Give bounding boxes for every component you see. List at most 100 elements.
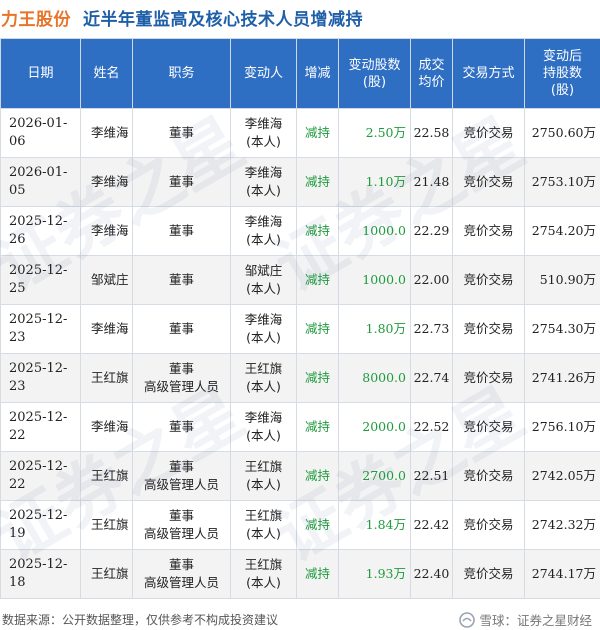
cell-role: 董事 高级管理人员 <box>132 451 231 501</box>
cell-shares: 1.93万 <box>338 549 411 599</box>
cell-after-holdings: 2742.05万 <box>524 451 600 501</box>
cell-role: 董事 <box>132 402 231 452</box>
cell-name: 李维海 <box>80 157 133 207</box>
table-row: 2025-12-25 邹斌庄 董事 邹斌庄 (本人) 减持 1000.0 22.00 竞价交易 5… <box>0 255 600 305</box>
title-bar: 力王股份 近半年董监高及核心技术人员增减持 <box>0 0 600 34</box>
header-col-shares: 变动股数 (股) <box>338 38 411 109</box>
cell-price: 22.58 <box>410 108 453 158</box>
table-body: 2026-01-06 李维海 董事 李维海 (本人) 减持 2.50万 22.58 竞价交易 27… <box>0 108 600 599</box>
company-name: 力王股份 <box>1 9 71 30</box>
cell-direction: 减持 <box>296 451 339 501</box>
cell-after-holdings: 2744.17万 <box>524 549 600 599</box>
cell-changer: 王红旗 (本人) <box>230 500 297 550</box>
header-col-direction: 增减 <box>296 38 339 109</box>
cell-direction: 减持 <box>296 549 339 599</box>
cell-date: 2026-01-06 <box>0 108 81 158</box>
cell-role: 董事 <box>132 157 231 207</box>
cell-direction: 减持 <box>296 304 339 354</box>
cell-role: 董事 <box>132 255 231 305</box>
cell-direction: 减持 <box>296 353 339 403</box>
cell-method: 竞价交易 <box>452 206 525 256</box>
cell-shares: 8000.0 <box>338 353 411 403</box>
footer: 数据来源：公开数据整理，仅供参考不构成投资建议 雪球：证券之星财经 <box>0 609 600 629</box>
table-row: 2025-12-22 王红旗 董事 高级管理人员 王红旗 (本人) 减持 2700.0 22.5… <box>0 451 600 501</box>
cell-role: 董事 <box>132 206 231 256</box>
cell-direction: 减持 <box>296 255 339 305</box>
cell-after-holdings: 510.90万 <box>524 255 600 305</box>
cell-changer: 王红旗 (本人) <box>230 549 297 599</box>
cell-method: 竞价交易 <box>452 451 525 501</box>
cell-shares: 1000.0 <box>338 206 411 256</box>
holdings-change-table-wrap: 日期 姓名 职务 变动人 增减 变动股数 (股) 成交 均价 交易方式 变动后 持股数 (股) 2026… <box>0 38 600 599</box>
cell-price: 21.48 <box>410 157 453 207</box>
cell-changer: 李维海 (本人) <box>230 157 297 207</box>
cell-after-holdings: 2753.10万 <box>524 157 600 207</box>
snowball-logo-icon <box>459 611 476 628</box>
cell-direction: 减持 <box>296 206 339 256</box>
cell-method: 竞价交易 <box>452 157 525 207</box>
cell-price: 22.74 <box>410 353 453 403</box>
table-row: 2025-12-26 李维海 董事 李维海 (本人) 减持 1000.0 22.29 竞价交易 2… <box>0 206 600 256</box>
header-col-name: 姓名 <box>80 38 133 109</box>
header-col-date: 日期 <box>0 38 81 109</box>
cell-price: 22.29 <box>410 206 453 256</box>
cell-role: 董事 高级管理人员 <box>132 353 231 403</box>
cell-price: 22.00 <box>410 255 453 305</box>
cell-role: 董事 <box>132 108 231 158</box>
cell-changer: 王红旗 (本人) <box>230 451 297 501</box>
cell-date: 2025-12-23 <box>0 304 81 354</box>
cell-shares: 2.50万 <box>338 108 411 158</box>
cell-role: 董事 高级管理人员 <box>132 549 231 599</box>
cell-changer: 邹斌庄 (本人) <box>230 255 297 305</box>
cell-name: 王红旗 <box>80 500 133 550</box>
cell-date: 2025-12-23 <box>0 353 81 403</box>
cell-shares: 1.80万 <box>338 304 411 354</box>
cell-shares: 1000.0 <box>338 255 411 305</box>
cell-name: 李维海 <box>80 206 133 256</box>
header-col-after: 变动后 持股数 (股) <box>524 38 600 109</box>
cell-after-holdings: 2741.26万 <box>524 353 600 403</box>
cell-method: 竞价交易 <box>452 304 525 354</box>
cell-shares: 1.84万 <box>338 500 411 550</box>
cell-changer: 李维海 (本人) <box>230 206 297 256</box>
cell-name: 王红旗 <box>80 451 133 501</box>
holdings-change-table: 日期 姓名 职务 变动人 增减 变动股数 (股) 成交 均价 交易方式 变动后 持股数 (股) 2026… <box>0 38 600 599</box>
cell-price: 22.42 <box>410 500 453 550</box>
table-row: 2026-01-05 李维海 董事 李维海 (本人) 减持 1.10万 21.48 竞价交易 27… <box>0 157 600 207</box>
cell-role: 董事 <box>132 304 231 354</box>
brand-name: 雪球：证券之星财经 <box>479 613 592 628</box>
table-row: 2026-01-06 李维海 董事 李维海 (本人) 减持 2.50万 22.58 竞价交易 27… <box>0 108 600 158</box>
cell-changer: 李维海 (本人) <box>230 304 297 354</box>
cell-direction: 减持 <box>296 500 339 550</box>
cell-price: 22.51 <box>410 451 453 501</box>
cell-date: 2025-12-18 <box>0 549 81 599</box>
cell-shares: 1.10万 <box>338 157 411 207</box>
table-header: 日期 姓名 职务 变动人 增减 变动股数 (股) 成交 均价 交易方式 变动后 持股数 (股) <box>0 38 600 109</box>
brand-credit: 雪球：证券之星财经 <box>459 610 592 629</box>
table-row: 2025-12-23 李维海 董事 李维海 (本人) 减持 1.80万 22.73 竞价交易 27… <box>0 304 600 354</box>
cell-role: 董事 高级管理人员 <box>132 500 231 550</box>
data-source-note: 数据来源：公开数据整理，仅供参考不构成投资建议 <box>2 613 279 627</box>
cell-date: 2025-12-26 <box>0 206 81 256</box>
cell-name: 李维海 <box>80 108 133 158</box>
cell-date: 2025-12-22 <box>0 402 81 452</box>
cell-price: 22.52 <box>410 402 453 452</box>
cell-method: 竞价交易 <box>452 549 525 599</box>
cell-shares: 2000.0 <box>338 402 411 452</box>
cell-method: 竞价交易 <box>452 402 525 452</box>
cell-name: 邹斌庄 <box>80 255 133 305</box>
cell-after-holdings: 2754.20万 <box>524 206 600 256</box>
cell-name: 王红旗 <box>80 549 133 599</box>
cell-direction: 减持 <box>296 402 339 452</box>
cell-date: 2026-01-05 <box>0 157 81 207</box>
header-col-method: 交易方式 <box>452 38 525 109</box>
cell-name: 李维海 <box>80 304 133 354</box>
table-row: 2025-12-19 王红旗 董事 高级管理人员 王红旗 (本人) 减持 1.84万 22.42… <box>0 500 600 550</box>
cell-after-holdings: 2756.10万 <box>524 402 600 452</box>
cell-name: 李维海 <box>80 402 133 452</box>
cell-direction: 减持 <box>296 157 339 207</box>
cell-shares: 2700.0 <box>338 451 411 501</box>
cell-date: 2025-12-25 <box>0 255 81 305</box>
cell-changer: 李维海 (本人) <box>230 108 297 158</box>
page-title: 近半年董监高及核心技术人员增减持 <box>83 9 363 30</box>
